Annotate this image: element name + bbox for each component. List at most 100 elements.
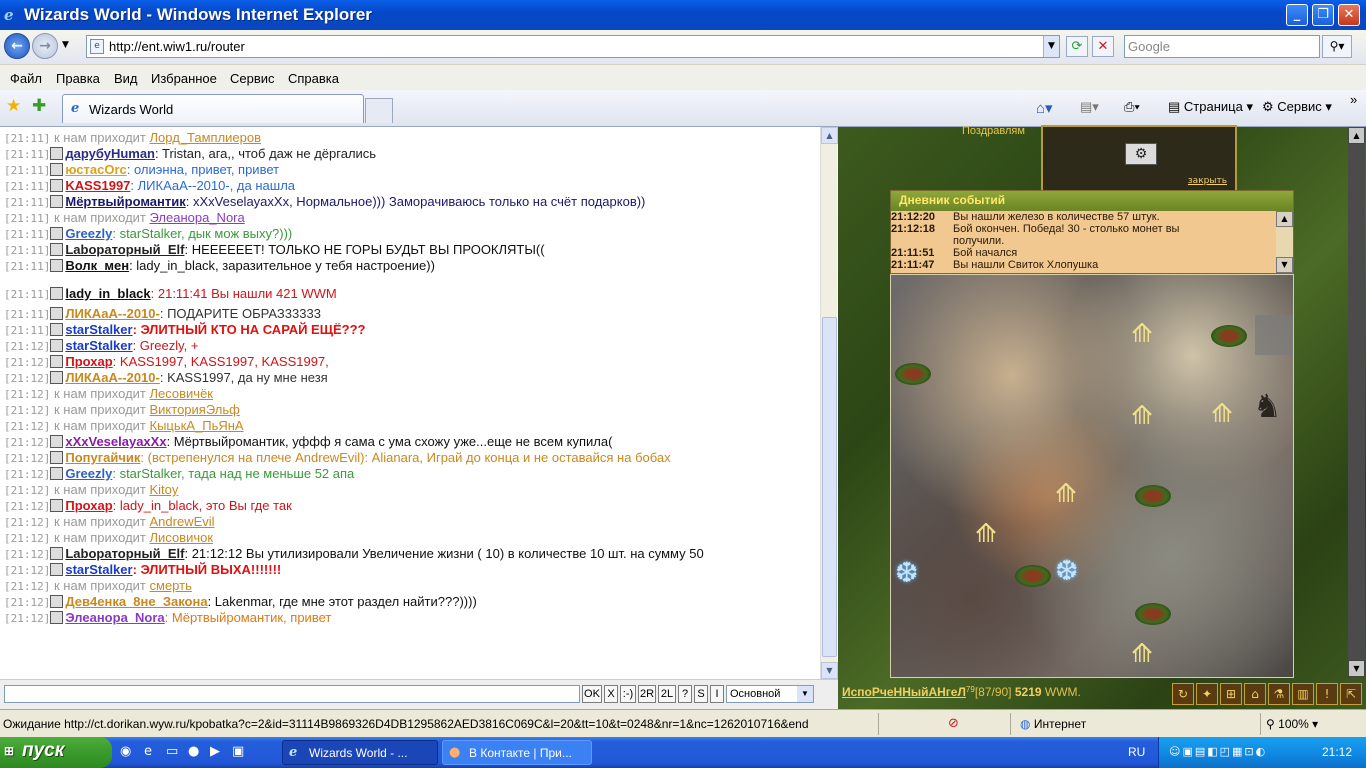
- chat-nick[interactable]: starStalker: [65, 338, 132, 353]
- game-scroll-up-icon[interactable]: ▲: [1348, 127, 1365, 144]
- clan-icon[interactable]: [50, 243, 64, 256]
- minimize-button[interactable]: _: [1286, 4, 1308, 26]
- grass-tuft[interactable]: ⟰: [975, 521, 997, 547]
- clan-icon[interactable]: [50, 287, 64, 300]
- ore-bush[interactable]: [1015, 565, 1051, 587]
- ore-bush[interactable]: [1135, 603, 1171, 625]
- game-scrollbar[interactable]: ▲ ▼: [1348, 127, 1365, 677]
- grass-tuft[interactable]: ⟰: [1211, 401, 1233, 427]
- chat-clear-button[interactable]: X: [604, 685, 618, 703]
- clan-icon[interactable]: [50, 323, 64, 336]
- menu-favorites[interactable]: Избранное: [151, 71, 217, 86]
- clan-icon[interactable]: [50, 147, 64, 160]
- history-dropdown-icon[interactable]: ▼: [62, 40, 69, 50]
- popup-close-link[interactable]: закрыть: [1188, 176, 1227, 186]
- clan-icon[interactable]: [50, 563, 64, 576]
- task-wizards-world[interactable]: e Wizards World - ...: [282, 740, 438, 765]
- chat-nick[interactable]: Мёртвыйромантик: [65, 194, 185, 209]
- crystal-icon[interactable]: ❆: [895, 559, 918, 587]
- clan-icon[interactable]: [50, 371, 64, 384]
- grass-tuft[interactable]: ⟰: [1131, 641, 1153, 667]
- clan-icon[interactable]: [50, 355, 64, 368]
- scroll-down-icon[interactable]: ▼: [821, 662, 838, 679]
- clan-icon[interactable]: [50, 595, 64, 608]
- chat-2r-button[interactable]: 2R: [638, 685, 656, 703]
- menu-help[interactable]: Справка: [288, 71, 339, 86]
- home-icon[interactable]: ⌂▾: [1036, 99, 1053, 117]
- grass-tuft[interactable]: ⟰: [1131, 403, 1153, 429]
- clan-icon[interactable]: [50, 435, 64, 448]
- forward-button[interactable]: →: [32, 33, 58, 59]
- diary-scroll-down-icon[interactable]: ▼: [1276, 257, 1293, 273]
- grass-tuft[interactable]: ⟰: [1055, 481, 1077, 507]
- address-dropdown-icon[interactable]: ▼: [1043, 36, 1059, 57]
- search-input[interactable]: Google: [1124, 35, 1320, 58]
- monster-icon[interactable]: ♞: [1253, 390, 1282, 422]
- clan-icon[interactable]: [50, 163, 64, 176]
- chat-nick[interactable]: lady_in_black: [65, 286, 150, 301]
- quicklaunch-app-icon[interactable]: ▣: [232, 744, 248, 760]
- quicklaunch-icon[interactable]: ◉: [120, 744, 136, 760]
- chat-user-link[interactable]: Kitoy: [150, 482, 179, 497]
- clan-icon[interactable]: [50, 547, 64, 560]
- chat-user-link[interactable]: Лорд_Тамплиеров: [150, 130, 262, 145]
- chat-nick[interactable]: Попугайчик: [65, 450, 140, 465]
- chat-nick[interactable]: дарубу: [65, 146, 111, 161]
- ore-bush[interactable]: [1135, 485, 1171, 507]
- chat-nick[interactable]: Lab: [65, 546, 88, 561]
- channel-select[interactable]: Основной ▼: [726, 685, 814, 703]
- clan-icon[interactable]: [50, 307, 64, 320]
- chat-nick[interactable]: Greezly: [65, 466, 112, 481]
- scroll-up-icon[interactable]: ▲: [821, 127, 838, 144]
- chat-scrollbar[interactable]: ▲ ▼: [820, 127, 838, 679]
- new-tab-button[interactable]: [365, 98, 393, 123]
- chat-nick[interactable]: ораторный_Elf: [88, 546, 184, 561]
- zoom-level[interactable]: ⚲ 100% ▾: [1266, 717, 1318, 731]
- language-indicator[interactable]: RU: [1128, 745, 1145, 759]
- chat-nick[interactable]: ЛИКАаА--2010-: [65, 370, 159, 385]
- chat-user-link[interactable]: ВикторияЭльф: [150, 402, 240, 417]
- ore-bush[interactable]: [1211, 325, 1247, 347]
- clan-icon[interactable]: [50, 179, 64, 192]
- quicklaunch-ie-icon[interactable]: e: [144, 744, 160, 760]
- popup-blocked-icon[interactable]: ⊘: [948, 716, 959, 731]
- game-map[interactable]: ⟰ ⟰ ⟰ ♞ ⟰ ⟰ ❆ ❆ ⟰: [890, 274, 1294, 678]
- menu-edit[interactable]: Правка: [56, 71, 100, 86]
- chat-s-button[interactable]: S: [694, 685, 708, 703]
- menu-tools[interactable]: Сервис: [230, 71, 275, 86]
- chat-user-link[interactable]: КыцькА_ПьЯнА: [150, 418, 244, 433]
- quicklaunch-desktop-icon[interactable]: ▭: [166, 744, 182, 760]
- page-menu[interactable]: ▤ Страница ▾: [1168, 99, 1253, 115]
- task-vkontakte[interactable]: ● В Контакте | При...: [442, 740, 592, 765]
- close-button[interactable]: ✕: [1338, 4, 1360, 26]
- inventory-icon[interactable]: ⊞: [1220, 683, 1242, 705]
- add-favorite-icon[interactable]: ✚: [32, 96, 46, 116]
- diary-scroll-up-icon[interactable]: ▲: [1276, 211, 1293, 227]
- menu-view[interactable]: Вид: [114, 71, 138, 86]
- clan-icon[interactable]: [50, 467, 64, 480]
- chat-nick[interactable]: Greezly: [65, 226, 112, 241]
- refresh-icon[interactable]: ↻: [1172, 683, 1194, 705]
- tab-wizards-world[interactable]: e Wizards World: [62, 94, 364, 123]
- chat-2l-button[interactable]: 2L: [658, 685, 676, 703]
- feeds-icon[interactable]: ▤▾: [1080, 99, 1099, 115]
- chat-nick[interactable]: ораторный_Elf: [88, 242, 184, 257]
- chat-i-button[interactable]: I: [710, 685, 724, 703]
- stop-button[interactable]: ✕: [1092, 36, 1114, 57]
- clan-icon[interactable]: [50, 499, 64, 512]
- chat-user-link[interactable]: смерть: [150, 578, 192, 593]
- crystal-icon[interactable]: ❆: [1055, 557, 1078, 585]
- chat-nick[interactable]: xXxVeselayaxXx: [65, 434, 166, 449]
- tray-icons[interactable]: ☺▣▤◧◰▦⊡◐: [1169, 745, 1267, 758]
- menu-file[interactable]: Файл: [10, 71, 42, 86]
- quicklaunch-media-icon[interactable]: ▶: [210, 744, 226, 760]
- chat-nick[interactable]: starStalker: [65, 322, 132, 337]
- chat-nick[interactable]: Human: [111, 146, 155, 161]
- clan-icon[interactable]: [50, 611, 64, 624]
- chevron-right-icon[interactable]: »: [1350, 92, 1357, 107]
- player-name[interactable]: ИспоРчеННыйАНгеЛ: [842, 685, 966, 699]
- clan-icon[interactable]: [50, 227, 64, 240]
- chat-nick[interactable]: Волк_мен: [65, 258, 129, 273]
- favorites-star-icon[interactable]: ★: [6, 96, 21, 116]
- back-button[interactable]: ←: [4, 33, 30, 59]
